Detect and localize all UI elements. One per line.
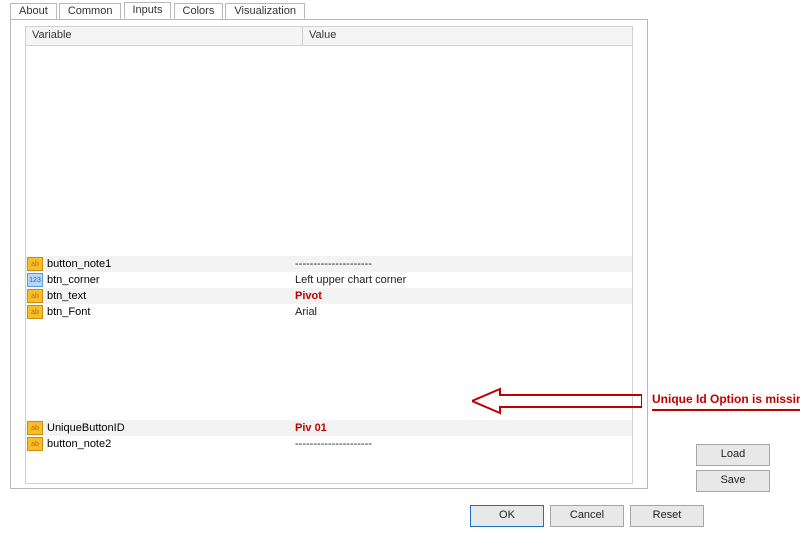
tab-visualization[interactable]: Visualization [225, 3, 305, 19]
var-value[interactable]: Left upper chart corner [291, 274, 632, 286]
string-icon: ab [27, 305, 43, 319]
string-icon: ab [27, 289, 43, 303]
property-list[interactable]: Variable Value ab button_note1 ----------… [25, 26, 633, 484]
rows-group-lower: ab UniqueButtonID Piv 01 ab button_note2 -… [26, 420, 632, 452]
ok-button[interactable]: OK [470, 505, 544, 527]
load-button[interactable]: Load [696, 444, 770, 466]
string-icon: ab [27, 421, 43, 435]
property-body: ab button_note1 --------------------- 123… [26, 46, 632, 484]
var-value[interactable]: --------------------- [291, 258, 632, 270]
header-variable: Variable [26, 27, 303, 45]
cancel-button[interactable]: Cancel [550, 505, 624, 527]
header-value: Value [303, 27, 632, 45]
annotation-text: Unique Id Option is missing [652, 392, 800, 406]
reset-button[interactable]: Reset [630, 505, 704, 527]
var-value[interactable]: Piv 01 [291, 422, 632, 434]
property-header: Variable Value [26, 27, 632, 46]
enum-icon: 123 [27, 273, 43, 287]
property-row[interactable]: ab btn_text Pivot [26, 288, 632, 304]
var-name: btn_text [47, 290, 86, 302]
string-icon: ab [27, 437, 43, 451]
annotation-underline [652, 409, 800, 411]
string-icon: ab [27, 257, 43, 271]
dialog-window: About Common Inputs Colors Visualization… [0, 0, 800, 533]
var-name: btn_Font [47, 306, 90, 318]
var-value[interactable]: Arial [291, 306, 632, 318]
blank-area-mid [26, 320, 632, 420]
bottom-button-group: OK Cancel Reset [470, 505, 704, 527]
var-name: UniqueButtonID [47, 422, 125, 434]
tab-colors[interactable]: Colors [174, 3, 224, 19]
var-value[interactable]: Pivot [291, 290, 632, 302]
save-button[interactable]: Save [696, 470, 770, 492]
var-name: button_note2 [47, 438, 111, 450]
tab-common[interactable]: Common [59, 3, 122, 19]
rows-group-upper: ab button_note1 --------------------- 123… [26, 256, 632, 320]
property-row[interactable]: ab button_note1 --------------------- [26, 256, 632, 272]
property-row[interactable]: ab btn_Font Arial [26, 304, 632, 320]
var-value[interactable]: --------------------- [291, 438, 632, 450]
property-row[interactable]: 123 btn_corner Left upper chart corner [26, 272, 632, 288]
side-button-group: Load Save [696, 444, 770, 496]
tab-strip: About Common Inputs Colors Visualization [10, 2, 304, 20]
var-name: button_note1 [47, 258, 111, 270]
var-name: btn_corner [47, 274, 100, 286]
property-row[interactable]: ab button_note2 --------------------- [26, 436, 632, 452]
blank-area [26, 46, 632, 256]
tab-inputs[interactable]: Inputs [124, 2, 172, 19]
inputs-panel: Variable Value ab button_note1 ----------… [10, 19, 648, 489]
tab-about[interactable]: About [10, 3, 57, 19]
property-row[interactable]: ab UniqueButtonID Piv 01 [26, 420, 632, 436]
